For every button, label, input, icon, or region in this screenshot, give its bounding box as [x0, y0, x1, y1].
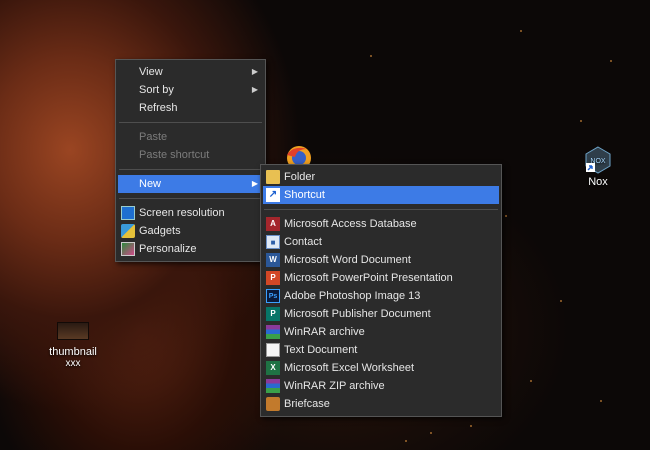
- winrar-icon: [266, 325, 280, 339]
- submenu-item-text-document[interactable]: Text Document: [263, 341, 499, 359]
- submenu-item-excel[interactable]: X Microsoft Excel Worksheet: [263, 359, 499, 377]
- submenu-item-photoshop[interactable]: Ps Adobe Photoshop Image 13: [263, 287, 499, 305]
- desktop-icon-label: thumbnail: [49, 346, 97, 358]
- word-icon: W: [266, 253, 280, 267]
- menu-item-label: View: [139, 66, 163, 78]
- menu-item-new[interactable]: New ▶: [118, 175, 263, 193]
- access-icon: A: [266, 217, 280, 231]
- submenu-item-winrar-zip[interactable]: WinRAR ZIP archive: [263, 377, 499, 395]
- menu-separator: [119, 198, 262, 199]
- submenu-item-briefcase[interactable]: Briefcase: [263, 395, 499, 413]
- photoshop-icon: Ps: [266, 289, 280, 303]
- menu-item-personalize[interactable]: Personalize: [118, 240, 263, 258]
- menu-item-paste: Paste: [118, 128, 263, 146]
- nox-app-icon: NOX: [584, 146, 612, 174]
- submenu-item-powerpoint[interactable]: P Microsoft PowerPoint Presentation: [263, 269, 499, 287]
- publisher-icon: P: [266, 307, 280, 321]
- desktop-context-menu: View ▶ Sort by ▶ Refresh Paste Paste sho…: [115, 59, 266, 262]
- desktop-icon-nox[interactable]: NOX Nox: [578, 146, 618, 188]
- desktop-icon-thumbnail[interactable]: thumbnail xxx: [40, 322, 106, 369]
- submenu-arrow-icon: ▶: [251, 179, 258, 188]
- menu-item-label: Text Document: [284, 344, 358, 356]
- menu-item-label: WinRAR archive: [284, 326, 365, 338]
- excel-icon: X: [266, 361, 280, 375]
- submenu-item-word-document[interactable]: W Microsoft Word Document: [263, 251, 499, 269]
- submenu-item-publisher[interactable]: P Microsoft Publisher Document: [263, 305, 499, 323]
- gadgets-icon: [121, 224, 135, 238]
- menu-separator: [119, 169, 262, 170]
- menu-item-label: Contact: [284, 236, 322, 248]
- menu-item-refresh[interactable]: Refresh: [118, 99, 263, 117]
- text-document-icon: [266, 343, 280, 357]
- contact-icon: ■: [266, 235, 280, 249]
- menu-item-view[interactable]: View ▶: [118, 63, 263, 81]
- submenu-arrow-icon: ▶: [251, 67, 258, 76]
- menu-item-paste-shortcut: Paste shortcut: [118, 146, 263, 164]
- menu-item-label: Paste shortcut: [139, 149, 210, 161]
- menu-item-label: Adobe Photoshop Image 13: [284, 290, 421, 302]
- menu-item-label: Screen resolution: [139, 207, 225, 219]
- personalize-icon: [121, 242, 135, 256]
- submenu-item-access-database[interactable]: A Microsoft Access Database: [263, 215, 499, 233]
- menu-item-gadgets[interactable]: Gadgets: [118, 222, 263, 240]
- menu-item-screen-resolution[interactable]: Screen resolution: [118, 204, 263, 222]
- menu-item-label: Personalize: [139, 243, 197, 255]
- menu-item-label: Folder: [284, 171, 316, 183]
- menu-separator: [119, 122, 262, 123]
- menu-item-label: Microsoft PowerPoint Presentation: [284, 272, 453, 284]
- folder-icon: [266, 170, 280, 184]
- new-submenu: Folder ↗ Shortcut A Microsoft Access Dat…: [260, 164, 502, 417]
- thumbnail-image-icon: [57, 322, 89, 340]
- briefcase-icon: [266, 397, 280, 411]
- winrar-zip-icon: [266, 379, 280, 393]
- menu-item-label: New: [139, 178, 162, 190]
- menu-item-label: Briefcase: [284, 398, 330, 410]
- powerpoint-icon: P: [266, 271, 280, 285]
- submenu-item-winrar[interactable]: WinRAR archive: [263, 323, 499, 341]
- screen-resolution-icon: [121, 206, 135, 220]
- menu-item-label: Shortcut: [284, 189, 325, 201]
- menu-item-label: Microsoft Access Database: [284, 218, 417, 230]
- menu-item-label: Refresh: [139, 102, 178, 114]
- menu-item-label: Gadgets: [139, 225, 181, 237]
- shortcut-icon: ↗: [266, 188, 280, 202]
- menu-item-label: Microsoft Excel Worksheet: [284, 362, 415, 374]
- desktop-icon-label: Nox: [588, 176, 608, 188]
- submenu-item-folder[interactable]: Folder: [263, 168, 499, 186]
- menu-item-label: Sort by: [139, 84, 174, 96]
- menu-separator: [264, 209, 498, 210]
- menu-item-sort-by[interactable]: Sort by ▶: [118, 81, 263, 99]
- menu-item-label: WinRAR ZIP archive: [284, 380, 385, 392]
- menu-item-label: Paste: [139, 131, 168, 143]
- menu-item-label: Microsoft Word Document: [284, 254, 411, 266]
- menu-item-label: Microsoft Publisher Document: [284, 308, 431, 320]
- submenu-item-shortcut[interactable]: ↗ Shortcut: [263, 186, 499, 204]
- submenu-arrow-icon: ▶: [251, 85, 258, 94]
- submenu-item-contact[interactable]: ■ Contact: [263, 233, 499, 251]
- desktop-icon-sublabel: xxx: [65, 358, 81, 369]
